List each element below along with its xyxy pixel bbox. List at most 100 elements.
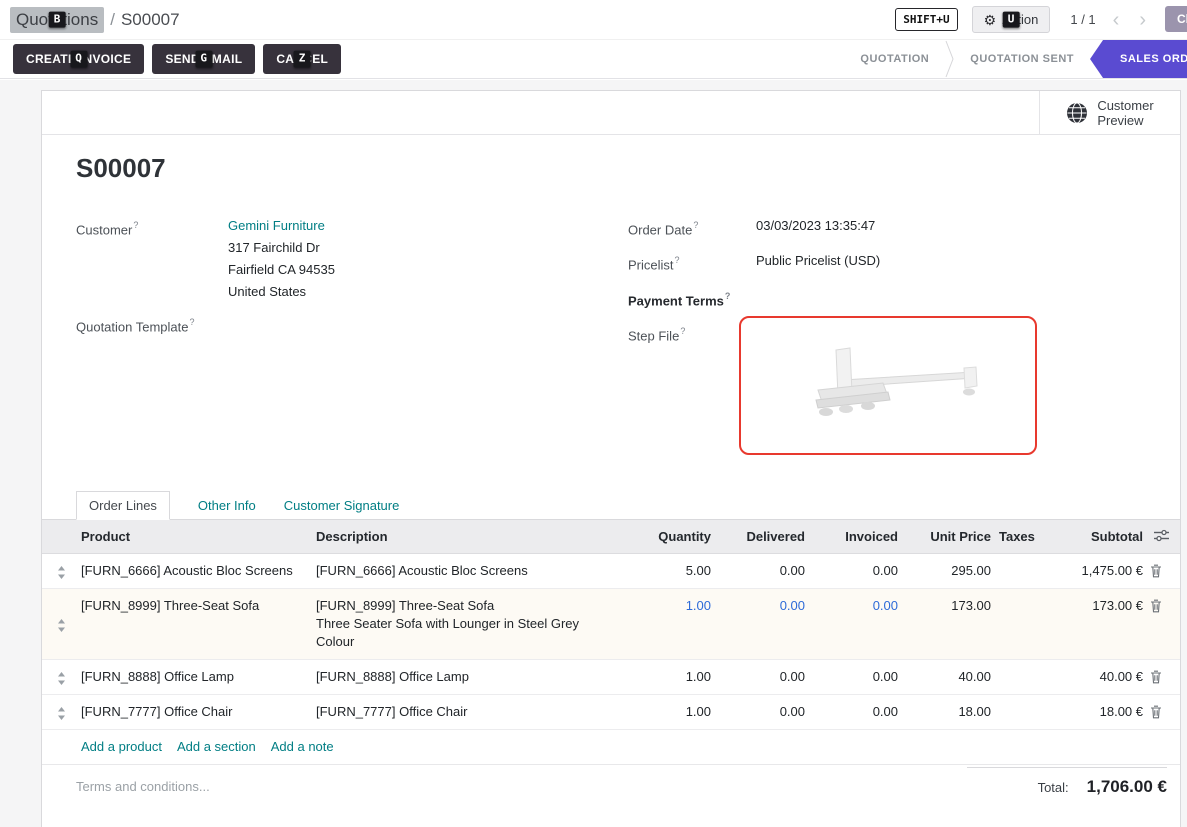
description-cell[interactable]: [FURN_8999] Three-Seat Sofa Three Seater…: [316, 589, 621, 659]
add-section-link[interactable]: Add a section: [177, 739, 256, 754]
customer-link[interactable]: Gemini Furniture: [228, 218, 325, 233]
taxes-cell[interactable]: [991, 660, 1039, 676]
drag-handle-icon[interactable]: [42, 695, 81, 729]
quantity-cell[interactable]: 5.00: [621, 554, 711, 588]
delivered-cell[interactable]: 0.00: [711, 589, 805, 623]
delivered-cell[interactable]: 0.00: [711, 554, 805, 588]
subtotal-cell: 173.00 €: [1039, 589, 1143, 623]
order-date-value[interactable]: 03/03/2023 13:35:47: [756, 215, 875, 241]
drag-handle-icon[interactable]: [42, 660, 81, 694]
taxes-cell[interactable]: [991, 695, 1039, 711]
customer-field-label: Customer?: [76, 215, 228, 303]
product-cell[interactable]: [FURN_7777] Office Chair: [81, 695, 316, 729]
pricelist-label-text: Pricelist: [628, 258, 674, 273]
terms-placeholder[interactable]: Terms and conditions...: [76, 779, 210, 794]
quotation-template-label-text: Quotation Template: [76, 319, 189, 334]
total-section: Total: 1,706.00 €: [967, 767, 1167, 797]
partial-right-button[interactable]: Cl: [1165, 6, 1187, 32]
cancel-button[interactable]: CANCEL Z: [263, 44, 341, 74]
gear-icon: ⚙: [984, 13, 997, 27]
customer-address: 317 Fairchild Dr Fairfield CA 94535 Unit…: [228, 237, 335, 303]
delete-icon[interactable]: [1143, 554, 1169, 588]
delete-icon[interactable]: [1143, 695, 1169, 729]
delivered-cell[interactable]: 0.00: [711, 660, 805, 694]
product-cell[interactable]: [FURN_8999] Three-Seat Sofa: [81, 589, 316, 623]
invoiced-cell[interactable]: 0.00: [805, 660, 898, 694]
col-header-quantity: Quantity: [621, 520, 711, 553]
delete-icon[interactable]: [1143, 589, 1169, 659]
description-cell[interactable]: [FURN_8888] Office Lamp: [316, 660, 621, 694]
customer-preview-label-line2: Preview: [1097, 113, 1153, 128]
customer-label-text: Customer: [76, 222, 132, 237]
content-area: Customer Preview S00007 Customer? Gemini…: [0, 80, 1187, 827]
col-header-subtotal: Subtotal: [1039, 520, 1143, 553]
col-header-product: Product: [81, 520, 316, 553]
order-date-field-label: Order Date?: [628, 215, 756, 241]
delete-icon[interactable]: [1143, 660, 1169, 694]
customer-preview-button[interactable]: Customer Preview: [1039, 91, 1180, 134]
taxes-cell[interactable]: [991, 589, 1039, 605]
tab-customer-signature[interactable]: Customer Signature: [284, 492, 400, 519]
breadcrumb-separator: /: [110, 10, 115, 30]
tab-order-lines[interactable]: Order Lines: [76, 491, 170, 520]
invoiced-cell[interactable]: 0.00: [805, 695, 898, 729]
description-cell[interactable]: [FURN_6666] Acoustic Bloc Screens: [316, 554, 621, 588]
chevron-right-icon[interactable]: ›: [1136, 10, 1149, 30]
col-header-unit-price: Unit Price: [898, 520, 991, 553]
breadcrumb: Quotations B / S00007: [10, 7, 180, 33]
help-marker: ?: [190, 317, 195, 327]
drag-handle-icon[interactable]: [42, 589, 81, 659]
quantity-cell[interactable]: 1.00: [621, 589, 711, 623]
description-line: [FURN_7777] Office Chair: [316, 703, 621, 721]
keyboard-hint-badge: B: [49, 11, 66, 28]
customer-preview-label-line1: Customer: [1097, 98, 1153, 113]
table-row: [FURN_6666] Acoustic Bloc Screens [FURN_…: [42, 554, 1180, 589]
delivered-cell[interactable]: 0.00: [711, 695, 805, 729]
step-file-label-text: Step File: [628, 328, 679, 343]
control-bar: CREATE INVOICE Q SEND EMAIL G CANCEL Z Q…: [0, 40, 1187, 79]
tab-other-info[interactable]: Other Info: [198, 492, 256, 519]
step-file-field-label: Step File?: [628, 321, 756, 347]
step-file-image[interactable]: [739, 316, 1037, 455]
breadcrumb-quotations[interactable]: Quotations B: [10, 7, 104, 33]
add-note-link[interactable]: Add a note: [271, 739, 334, 754]
stage-sales-order[interactable]: SALES ORDER: [1090, 40, 1187, 78]
shortcut-badge: SHIFT+U: [895, 8, 957, 31]
quantity-cell[interactable]: 1.00: [621, 660, 711, 694]
quotation-template-field-label: Quotation Template?: [76, 312, 228, 338]
chevron-left-icon[interactable]: ‹: [1110, 10, 1123, 30]
table-row: [FURN_8999] Three-Seat Sofa [FURN_8999] …: [42, 589, 1180, 660]
taxes-cell[interactable]: [991, 554, 1039, 570]
create-invoice-button[interactable]: CREATE INVOICE Q: [13, 44, 144, 74]
unit-price-cell[interactable]: 173.00: [898, 589, 991, 623]
quantity-cell[interactable]: 1.00: [621, 695, 711, 729]
optional-columns-icon[interactable]: [1154, 529, 1169, 542]
keyboard-hint-badge: Z: [294, 51, 311, 68]
unit-price-cell[interactable]: 18.00: [898, 695, 991, 729]
stage-quotation[interactable]: QUOTATION: [844, 40, 945, 78]
help-marker: ?: [693, 220, 698, 230]
keyboard-hint-badge: Q: [70, 51, 87, 68]
breadcrumb-record: S00007: [121, 10, 180, 30]
product-cell[interactable]: [FURN_6666] Acoustic Bloc Screens: [81, 554, 316, 588]
order-lines-table: Product Description Quantity Delivered I…: [42, 520, 1180, 765]
invoiced-cell[interactable]: 0.00: [805, 554, 898, 588]
stage-separator-icon: [945, 40, 954, 78]
address-line: Fairfield CA 94535: [228, 259, 335, 281]
unit-price-cell[interactable]: 40.00: [898, 660, 991, 694]
send-email-button[interactable]: SEND EMAIL G: [152, 44, 255, 74]
step-file-3d-preview: [788, 338, 988, 433]
help-marker: ?: [133, 220, 138, 230]
pricelist-value[interactable]: Public Pricelist (USD): [756, 250, 880, 276]
description-cell[interactable]: [FURN_7777] Office Chair: [316, 695, 621, 729]
product-cell[interactable]: [FURN_8888] Office Lamp: [81, 660, 316, 694]
stage-quotation-sent[interactable]: QUOTATION SENT: [954, 40, 1090, 78]
add-product-link[interactable]: Add a product: [81, 739, 162, 754]
drag-handle-icon[interactable]: [42, 554, 81, 588]
invoiced-cell[interactable]: 0.00: [805, 589, 898, 623]
unit-price-cell[interactable]: 295.00: [898, 554, 991, 588]
table-row: [FURN_8888] Office Lamp [FURN_8888] Offi…: [42, 660, 1180, 695]
description-line: Three Seater Sofa with Lounger in Steel …: [316, 615, 602, 651]
table-row: [FURN_7777] Office Chair [FURN_7777] Off…: [42, 695, 1180, 730]
action-menu-button[interactable]: ⚙ Action U: [972, 6, 1051, 33]
